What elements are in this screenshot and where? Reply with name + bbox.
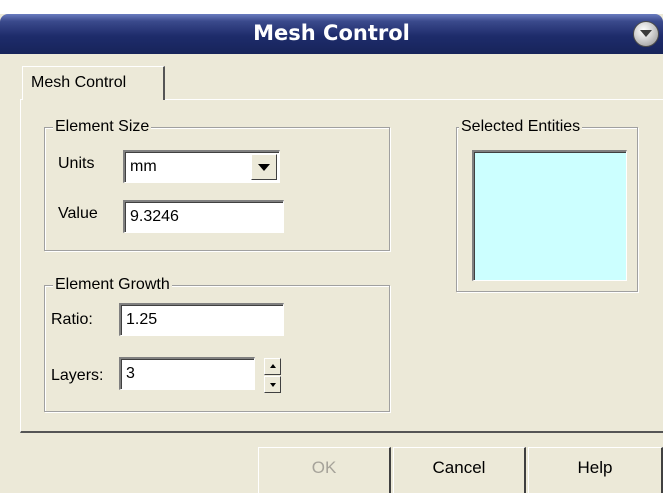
ok-button[interactable]: OK [258, 447, 391, 493]
ratio-field[interactable]: 1.25 [119, 303, 284, 336]
spin-up-icon[interactable] [264, 358, 281, 375]
value-label: Value [58, 205, 98, 222]
title-bar[interactable]: Mesh Control [0, 14, 663, 54]
element-growth-title: Element Growth [53, 275, 172, 295]
element-size-title: Element Size [53, 117, 152, 137]
spin-down-icon[interactable] [264, 376, 281, 393]
units-select[interactable]: mm [123, 150, 280, 183]
value-field[interactable]: 9.3246 [123, 200, 284, 233]
layers-label: Layers: [51, 367, 104, 384]
chevron-down-circle-icon[interactable] [633, 21, 659, 47]
dropdown-arrow-icon[interactable] [251, 154, 277, 180]
units-label: Units [58, 155, 95, 172]
units-select-value: mm [130, 158, 157, 175]
cancel-button[interactable]: Cancel [393, 447, 526, 493]
window-title: Mesh Control [253, 21, 410, 45]
selected-entities-title: Selected Entities [459, 117, 583, 137]
ratio-label: Ratio: [51, 311, 93, 328]
help-button[interactable]: Help [528, 447, 663, 493]
layers-stepper[interactable] [264, 358, 281, 393]
selected-entities-list[interactable] [472, 150, 627, 281]
tab-mesh-control[interactable]: Mesh Control [22, 66, 165, 100]
layers-field[interactable]: 3 [119, 357, 255, 390]
